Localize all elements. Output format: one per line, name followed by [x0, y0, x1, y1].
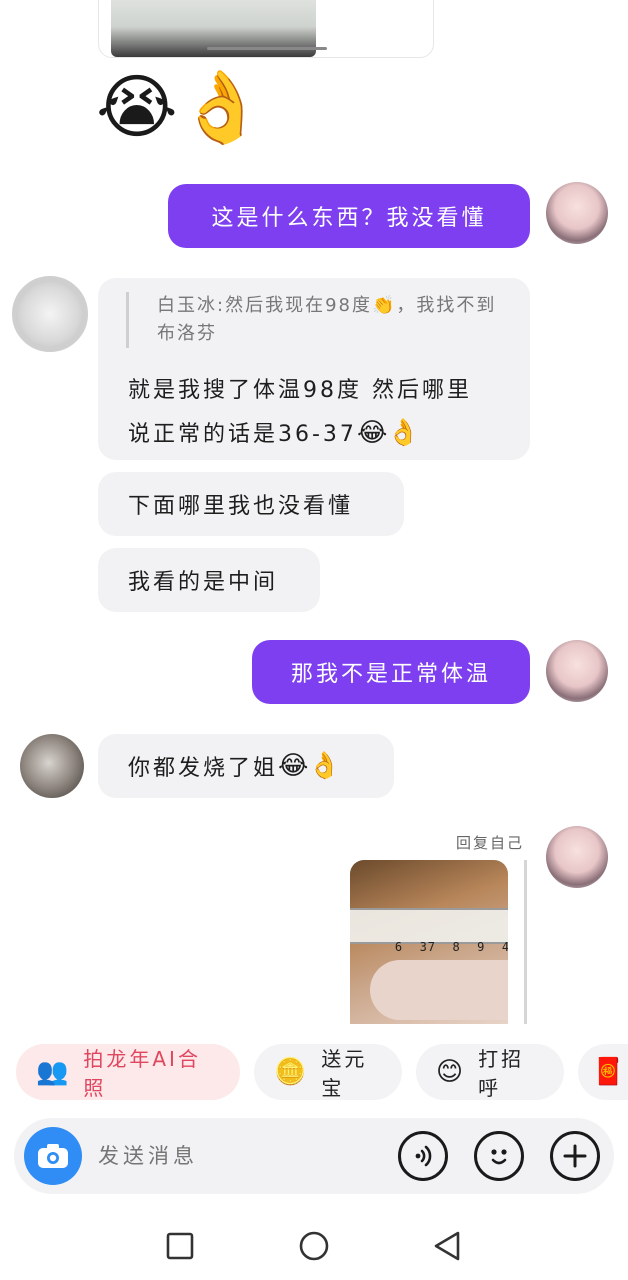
- emoji-inline: 😂👌: [356, 418, 420, 448]
- incoming-message[interactable]: 你都发烧了姐 😂👌: [98, 734, 394, 798]
- camera-icon: [38, 1144, 68, 1168]
- red-envelope-icon: 🧧: [592, 1057, 628, 1087]
- thermometer-scale: 6 37 8 9 40 1: [350, 908, 508, 954]
- emoji-inline: 😂👌: [278, 751, 341, 781]
- message-input-bar: [14, 1118, 614, 1194]
- add-button[interactable]: [550, 1131, 600, 1181]
- quick-action-ai-photo[interactable]: 👥 拍龙年AI合照: [16, 1044, 240, 1100]
- voice-icon: [415, 1145, 432, 1167]
- camera-button[interactable]: [24, 1127, 82, 1185]
- reply-label: 回复自己: [456, 834, 525, 852]
- message-text: 下面哪里我也没看懂: [128, 494, 354, 519]
- plus-icon: [563, 1144, 587, 1168]
- incoming-message-quoted[interactable]: 白玉冰:然后我现在98度👏，我找不到布洛芬 就是我搜了体温98度 然后哪里 说正…: [98, 278, 530, 460]
- emoji-message: 😭👌: [96, 66, 265, 148]
- quick-action-greet[interactable]: 😊 打招呼: [416, 1044, 564, 1100]
- message-text: 那我不是正常体温: [290, 662, 491, 687]
- outgoing-message[interactable]: 这是什么东西？我没看懂: [168, 184, 530, 248]
- gold-ingot-icon: 🪙: [274, 1057, 310, 1087]
- message-text: 这是什么东西？我没看懂: [211, 206, 487, 231]
- back-icon[interactable]: [432, 1230, 462, 1262]
- chip-label: 拍龙年AI合照: [83, 1047, 201, 1100]
- quote-text: 白玉冰:然后我现在98度👏，我找不到布洛芬: [157, 295, 497, 344]
- finger-shape: [370, 960, 508, 1020]
- chip-label: 打招呼: [478, 1047, 525, 1100]
- my-avatar[interactable]: [546, 640, 608, 702]
- incoming-message[interactable]: 下面哪里我也没看懂: [98, 472, 404, 536]
- message-text: 我看的是中间: [128, 570, 279, 595]
- contact-avatar-cat[interactable]: [20, 734, 84, 798]
- message-text-line2: 说正常的话是36-37: [128, 422, 357, 447]
- outgoing-message[interactable]: 那我不是正常体温: [252, 640, 530, 704]
- reply-bar: [524, 860, 527, 1024]
- chip-label: 送元宝: [321, 1047, 368, 1100]
- message-input[interactable]: [98, 1138, 378, 1174]
- incoming-message[interactable]: 我看的是中间: [98, 548, 320, 612]
- quote-block[interactable]: 白玉冰:然后我现在98度👏，我找不到布洛芬: [126, 292, 506, 348]
- scroll-indicator: [207, 47, 327, 50]
- message-text: 你都发烧了姐: [128, 756, 279, 781]
- contact-avatar[interactable]: [12, 276, 88, 352]
- home-icon[interactable]: [298, 1230, 330, 1262]
- recent-apps-icon[interactable]: [166, 1232, 194, 1260]
- emoji-button[interactable]: [474, 1131, 524, 1181]
- emoji-icon: [491, 1149, 507, 1165]
- group-photo-icon: 👥: [36, 1057, 72, 1087]
- image-message-thermometer[interactable]: 6 37 8 9 40 1: [350, 860, 508, 1024]
- image-message-top[interactable]: [98, 0, 434, 58]
- message-text-line1: 就是我搜了体温98度 然后哪里: [128, 378, 472, 403]
- voice-button[interactable]: [398, 1131, 448, 1181]
- my-avatar[interactable]: [546, 182, 608, 244]
- system-nav-bar: [0, 1200, 628, 1280]
- smile-wave-icon: 😊: [436, 1057, 467, 1087]
- quick-action-more[interactable]: 🧧: [578, 1044, 628, 1100]
- quick-action-send-yuanbao[interactable]: 🪙 送元宝: [254, 1044, 402, 1100]
- my-avatar[interactable]: [546, 826, 608, 888]
